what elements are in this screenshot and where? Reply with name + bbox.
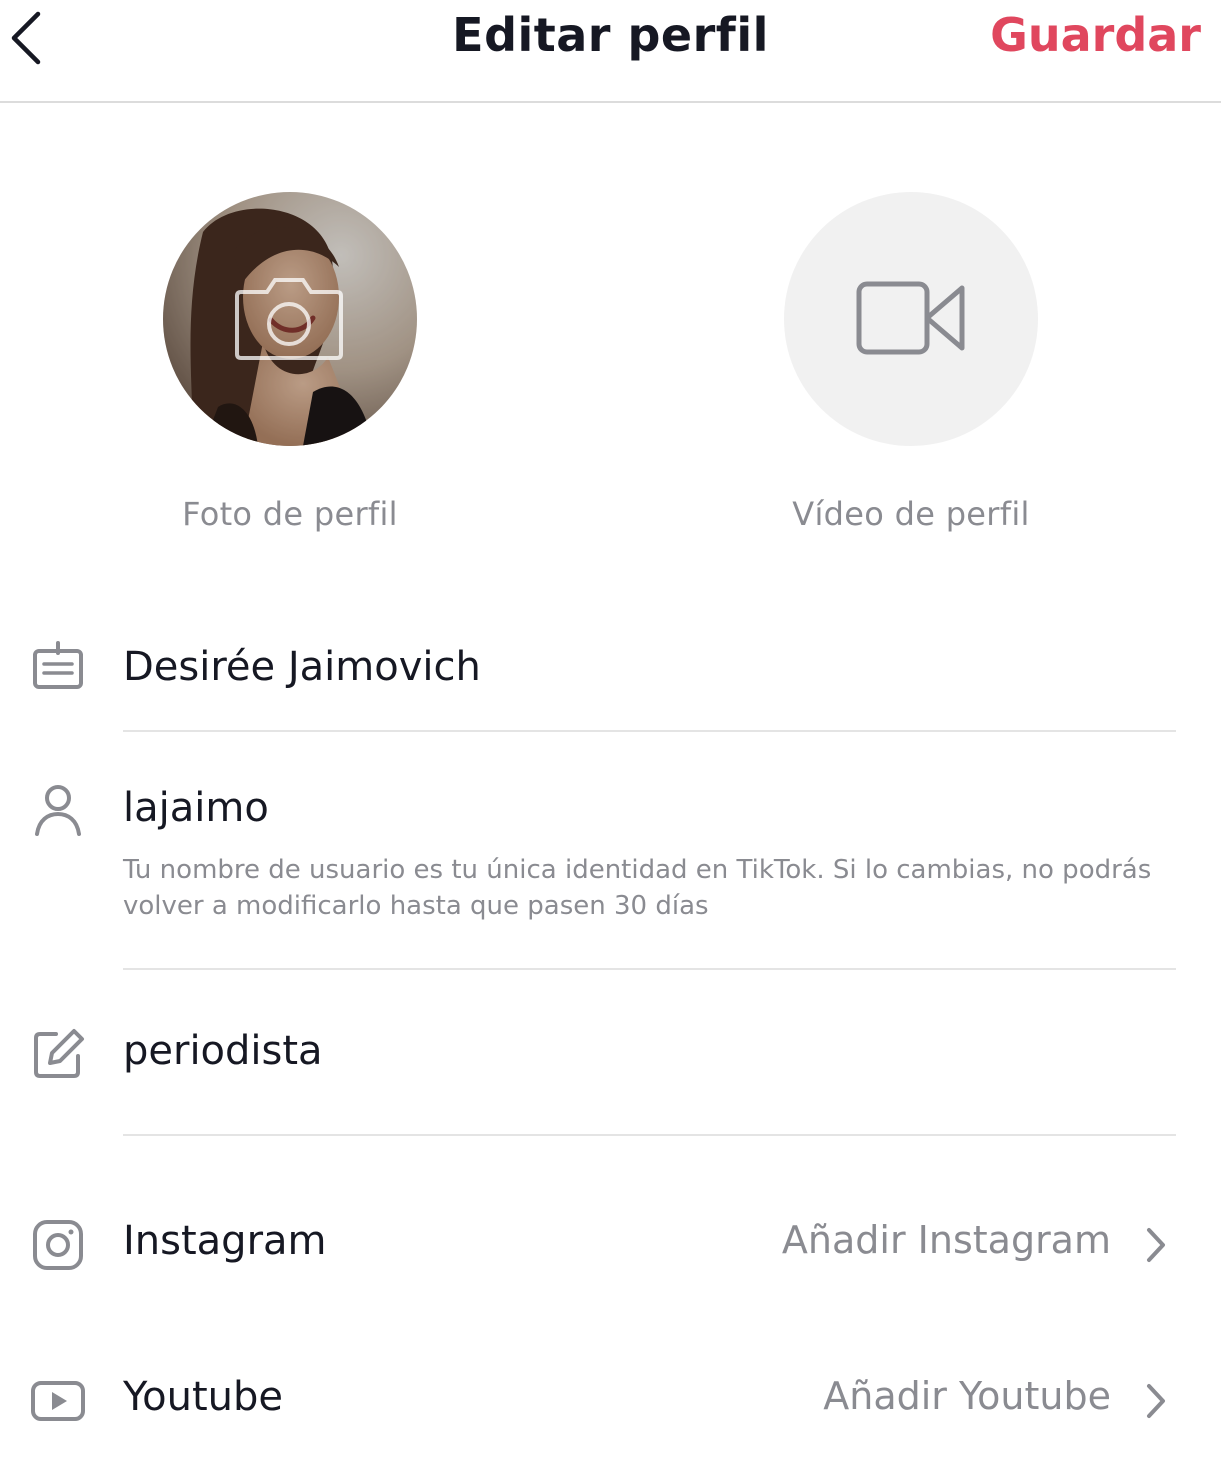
id-card-icon xyxy=(33,641,83,689)
profile-video-block: Vídeo de perfil xyxy=(784,192,1038,533)
youtube-label: Youtube xyxy=(123,1374,283,1420)
profile-photo-label: Foto de perfil xyxy=(182,495,398,533)
profile-video[interactable] xyxy=(784,192,1038,446)
divider xyxy=(123,968,1176,970)
top-bar: Editar perfil Guardar xyxy=(0,0,1221,103)
profile-photo[interactable] xyxy=(163,192,417,446)
edit-icon xyxy=(34,1029,84,1078)
chevron-right-icon xyxy=(1147,1384,1165,1418)
instagram-row[interactable]: Instagram Añadir Instagram xyxy=(0,1190,1221,1300)
bio-field[interactable]: periodista xyxy=(123,1028,323,1074)
video-camera-icon xyxy=(856,281,965,355)
divider xyxy=(123,730,1176,732)
add-youtube-link[interactable]: Añadir Youtube xyxy=(823,1374,1111,1418)
add-instagram-link[interactable]: Añadir Instagram xyxy=(782,1218,1111,1262)
person-icon xyxy=(35,785,81,836)
save-button[interactable]: Guardar xyxy=(990,8,1201,62)
camera-icon xyxy=(235,278,343,360)
instagram-label: Instagram xyxy=(123,1218,327,1264)
chevron-right-icon xyxy=(1147,1228,1165,1262)
divider xyxy=(123,1134,1176,1136)
youtube-icon xyxy=(31,1381,85,1421)
youtube-row[interactable]: Youtube Añadir Youtube xyxy=(0,1346,1221,1456)
username-hint: Tu nombre de usuario es tu única identid… xyxy=(123,855,1152,921)
username-field[interactable]: lajaimo xyxy=(123,785,269,831)
instagram-icon xyxy=(33,1220,83,1270)
profile-photo-block: Foto de perfil xyxy=(163,192,417,533)
profile-video-label: Vídeo de perfil xyxy=(792,495,1030,533)
name-field[interactable]: Desirée Jaimovich xyxy=(123,644,481,690)
